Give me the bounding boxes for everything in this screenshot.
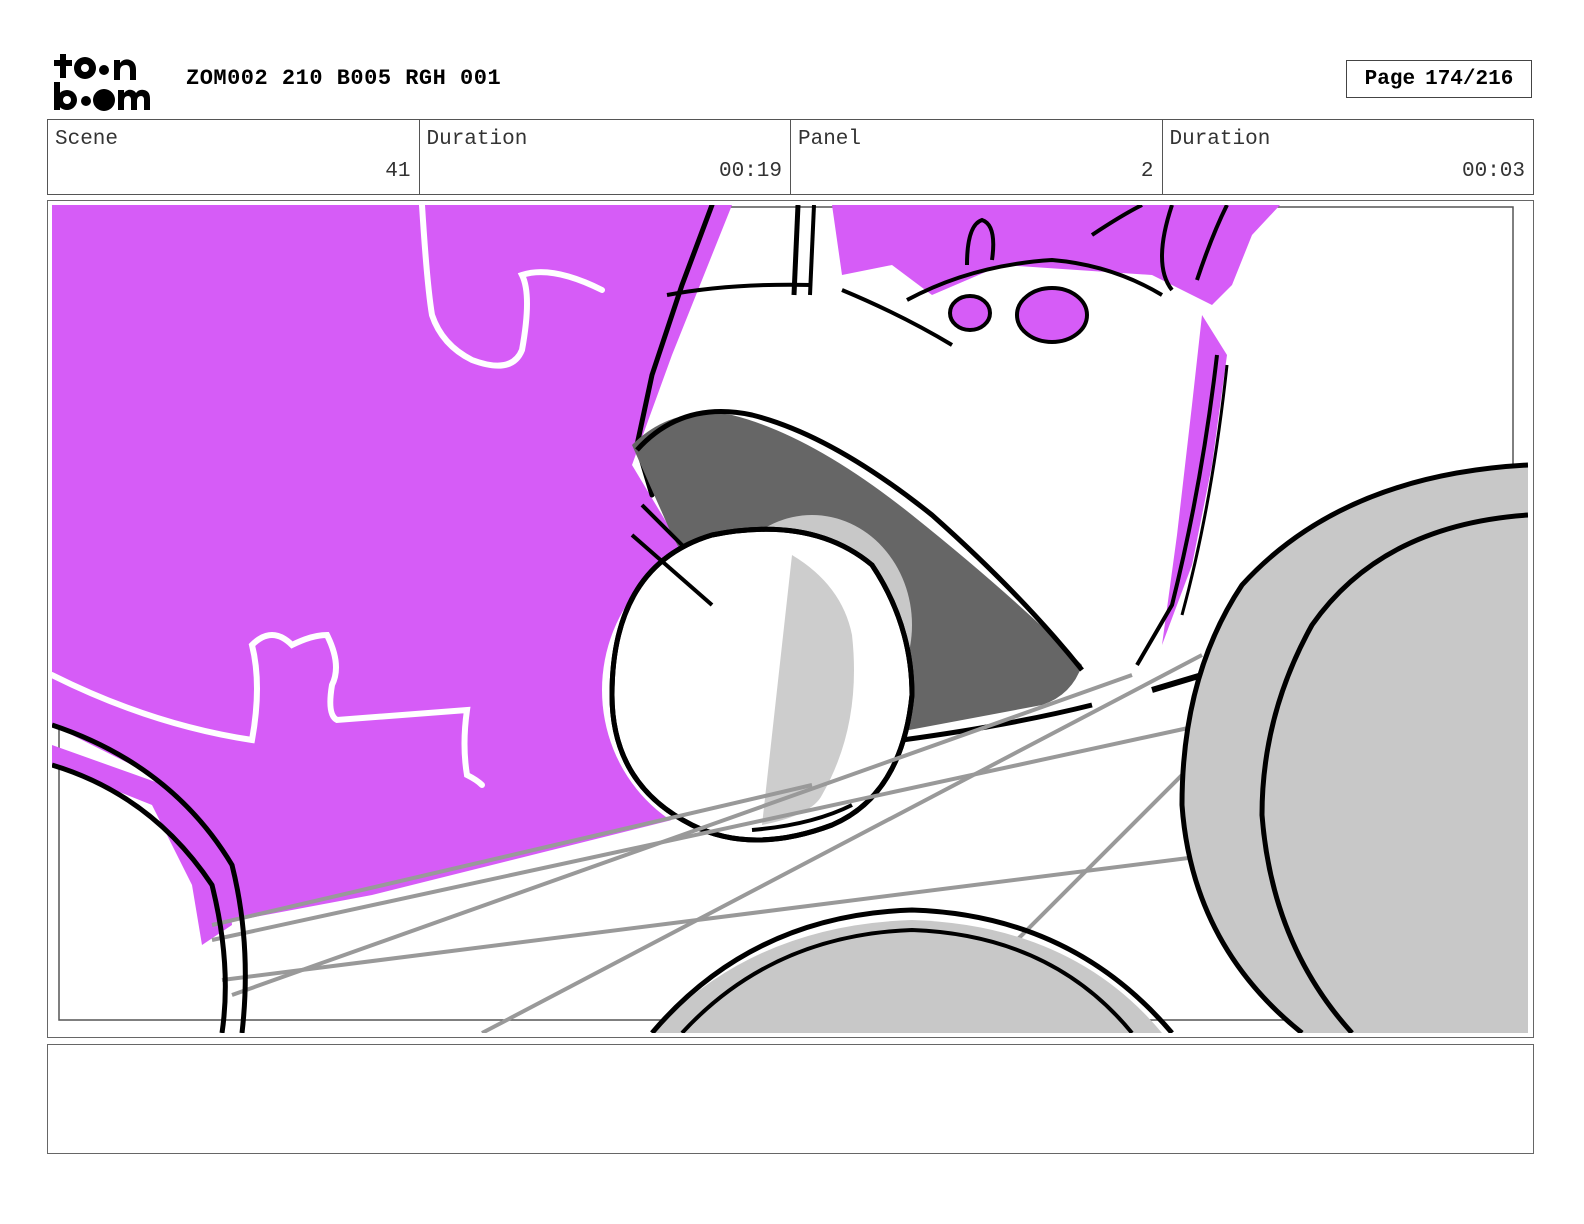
- toon-boom-logo: [52, 50, 164, 112]
- panel-label: Panel: [798, 128, 862, 151]
- logo-graphic: [54, 54, 150, 111]
- scene-duration-value: 00:19: [718, 160, 782, 183]
- scene-duration-cell: Duration 00:19: [420, 120, 791, 194]
- panel-duration-label: Duration: [1169, 128, 1271, 151]
- scene-label: Scene: [55, 128, 119, 151]
- scene-info-bar: Scene 41 Duration 00:19 Panel 2 Duration…: [47, 119, 1534, 195]
- scene-duration-label: Duration: [426, 128, 528, 151]
- page-indicator: Page 174/216: [1346, 60, 1532, 98]
- scene-cell: Scene 41: [48, 120, 420, 194]
- scene-value: 41: [385, 160, 411, 183]
- document-title: ZOM002 210 B005 RGH 001: [186, 66, 502, 91]
- page-label: Page: [1364, 67, 1416, 91]
- panel-duration-value: 00:03: [1461, 160, 1525, 183]
- panel-cell: Panel 2: [791, 120, 1163, 194]
- page-number: 174/216: [1425, 67, 1514, 91]
- panel-notes-box: [47, 1044, 1534, 1154]
- panel-sketch: [52, 205, 1528, 1033]
- panel-value: 2: [1140, 160, 1154, 183]
- storyboard-panel-image: [52, 205, 1528, 1033]
- panel-duration-cell: Duration 00:03: [1163, 120, 1534, 194]
